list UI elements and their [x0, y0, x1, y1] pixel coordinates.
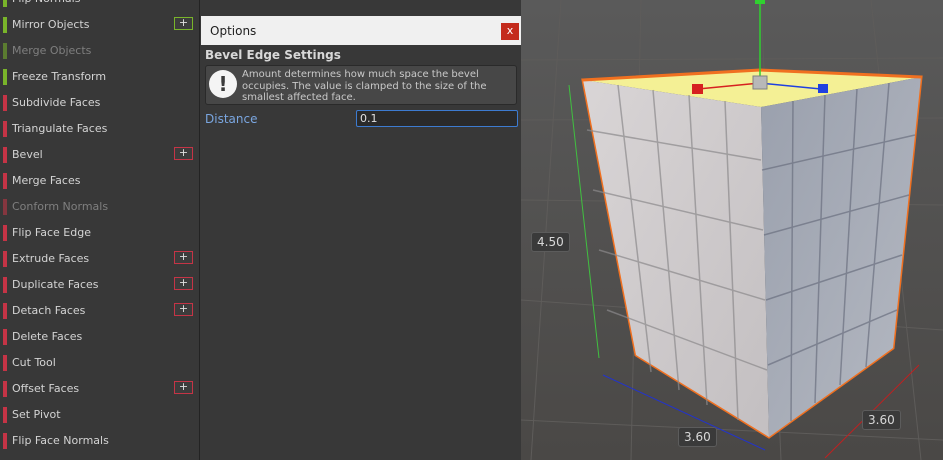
tool-label: Mirror Objects	[12, 18, 90, 31]
tool-label: Flip Face Edge	[12, 226, 91, 239]
help-box: ! Amount determines how much space the b…	[205, 65, 517, 105]
x-axis-cap[interactable]	[692, 84, 703, 94]
tool-label: Duplicate Faces	[12, 278, 99, 291]
tool-color-bar	[3, 329, 7, 345]
tool-item[interactable]: Set Pivot	[0, 402, 199, 428]
tool-item[interactable]: Merge Objects	[0, 38, 199, 64]
tool-item[interactable]: Delete Faces	[0, 324, 199, 350]
tool-color-bar	[3, 147, 7, 163]
height-dimension-label: 4.50	[531, 232, 570, 252]
tool-color-bar	[3, 355, 7, 371]
tool-color-bar	[3, 303, 7, 319]
help-text: Amount determines how much space the bev…	[242, 69, 487, 103]
tool-color-bar	[3, 381, 7, 397]
tool-item[interactable]: Mirror Objects +	[0, 12, 199, 38]
tool-color-bar	[3, 433, 7, 449]
options-title: Options	[210, 24, 257, 38]
tool-label: Bevel	[12, 148, 43, 161]
tool-label: Cut Tool	[12, 356, 56, 369]
tool-color-bar	[3, 95, 7, 111]
distance-input[interactable]	[356, 110, 518, 127]
tool-label: Detach Faces	[12, 304, 86, 317]
tool-color-bar	[3, 277, 7, 293]
tool-item[interactable]: Cut Tool	[0, 350, 199, 376]
tool-color-bar	[3, 43, 7, 59]
distance-label: Distance	[205, 112, 258, 126]
tool-color-bar	[3, 69, 7, 85]
tool-item[interactable]: Extrude Faces +	[0, 246, 199, 272]
tool-item[interactable]: Flip Face Edge	[0, 220, 199, 246]
scene-canvas[interactable]	[521, 0, 943, 460]
tool-options-plus-button[interactable]: +	[174, 147, 193, 160]
tool-color-bar	[3, 251, 7, 267]
center-handle[interactable]	[752, 75, 768, 90]
tool-label: Flip Normals	[12, 0, 80, 5]
tool-label: Merge Faces	[12, 174, 81, 187]
tool-label: Extrude Faces	[12, 252, 90, 265]
y-axis-cap[interactable]	[755, 0, 765, 4]
close-button[interactable]: x	[501, 23, 519, 40]
tool-color-bar	[3, 17, 7, 33]
tool-color-bar	[3, 199, 7, 215]
tool-item[interactable]: Triangulate Faces	[0, 116, 199, 142]
info-icon: !	[209, 70, 237, 98]
tool-options-plus-button[interactable]: +	[174, 303, 193, 316]
tool-item[interactable]: Offset Faces +	[0, 376, 199, 402]
section-title: Bevel Edge Settings	[205, 48, 341, 62]
z-axis-cap[interactable]	[818, 84, 828, 93]
tool-color-bar	[3, 173, 7, 189]
tool-item[interactable]: Detach Faces +	[0, 298, 199, 324]
tool-label: Merge Objects	[12, 44, 92, 57]
tool-options-plus-button[interactable]: +	[174, 251, 193, 264]
tool-label: Flip Face Normals	[12, 434, 109, 447]
tool-item[interactable]: Freeze Transform	[0, 64, 199, 90]
tool-item[interactable]: Flip Normals	[0, 0, 199, 12]
front-width-dimension-label: 3.60	[678, 427, 717, 447]
tool-color-bar	[3, 407, 7, 423]
tool-item[interactable]: Flip Face Normals	[0, 428, 199, 454]
tool-item[interactable]: Duplicate Faces +	[0, 272, 199, 298]
tool-color-bar	[3, 225, 7, 241]
tool-options-plus-button[interactable]: +	[174, 277, 193, 290]
tool-label: Set Pivot	[12, 408, 61, 421]
tool-item[interactable]: Subdivide Faces	[0, 90, 199, 116]
tool-label: Offset Faces	[12, 382, 80, 395]
tool-item[interactable]: Merge Faces	[0, 168, 199, 194]
side-width-dimension-label: 3.60	[862, 410, 901, 430]
tool-options-plus-button[interactable]: +	[174, 17, 193, 30]
tool-label: Delete Faces	[12, 330, 83, 343]
tool-item[interactable]: Conform Normals	[0, 194, 199, 220]
tool-label: Triangulate Faces	[12, 122, 108, 135]
tool-label: Conform Normals	[12, 200, 109, 213]
tool-item[interactable]: Bevel +	[0, 142, 199, 168]
tool-color-bar	[3, 0, 7, 7]
options-titlebar[interactable]: Options x	[201, 16, 521, 45]
options-window: Options x Bevel Edge Settings ! Amount d…	[201, 16, 521, 460]
tool-panel: Flip Normals Mirror Objects + Merge Objects…	[0, 0, 200, 460]
scene-view[interactable]: 4.50 3.60 3.60	[521, 0, 943, 460]
tool-options-plus-button[interactable]: +	[174, 381, 193, 394]
tool-label: Subdivide Faces	[12, 96, 101, 109]
tool-label: Freeze Transform	[12, 70, 107, 83]
tool-list: Flip Normals Mirror Objects + Merge Objects…	[0, 0, 199, 454]
tool-color-bar	[3, 121, 7, 137]
